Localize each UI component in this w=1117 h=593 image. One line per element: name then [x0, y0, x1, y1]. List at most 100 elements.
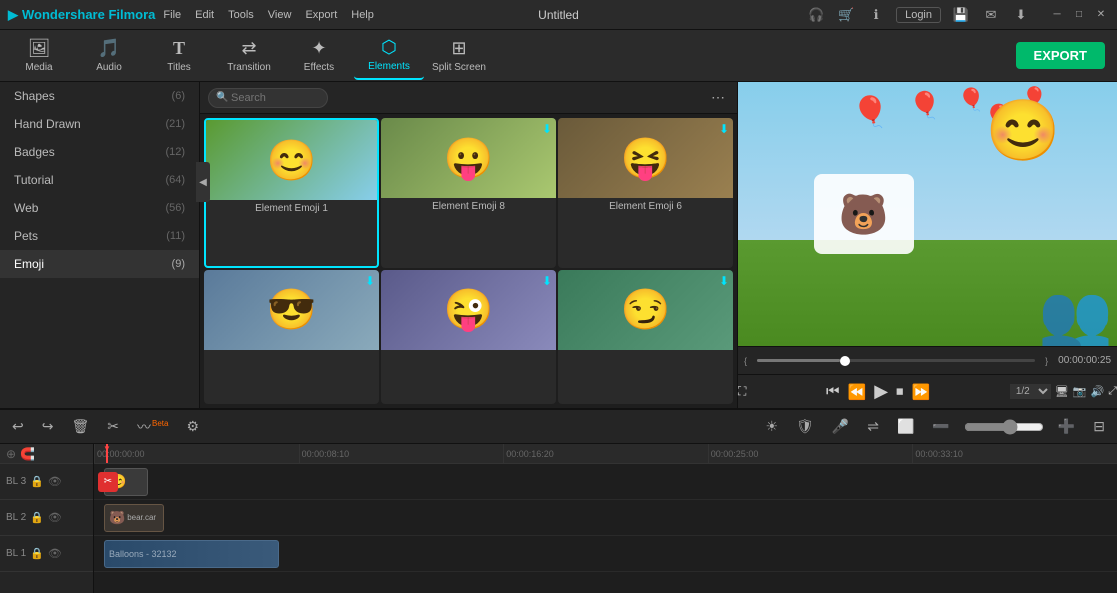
login-button[interactable]: Login: [896, 7, 941, 23]
menu-edit[interactable]: Edit: [195, 9, 214, 21]
tool-effects[interactable]: ✦ Effects: [284, 32, 354, 80]
close-button[interactable]: ✕: [1093, 7, 1109, 23]
message-icon[interactable]: ✉: [981, 5, 1001, 25]
tool-media[interactable]: 🖼 Media: [4, 32, 74, 80]
track3-eye[interactable]: 👁: [48, 475, 62, 488]
timeline-zoom-slider[interactable]: [964, 419, 1044, 435]
left-panel: Shapes (6) Hand Drawn (21) Badges (12) T…: [0, 82, 200, 408]
element-card-5[interactable]: 😏 ⬇: [558, 270, 733, 405]
category-emoji[interactable]: Emoji (9): [0, 250, 199, 278]
tool-transition[interactable]: ⇄ Transition: [214, 32, 284, 80]
shield-icon[interactable]: 🛡: [792, 416, 818, 437]
track1-clip[interactable]: Balloons - 32132: [104, 540, 279, 568]
track1-eye[interactable]: 👁: [48, 547, 62, 560]
preview-panel: 👥 🎈 🎈 🎈 🎈 🎈 🐻 😊 { } 00:00:00:25: [737, 82, 1117, 408]
magnet-icon[interactable]: 🧲: [20, 447, 35, 461]
element-card-0[interactable]: 😊 Element Emoji 1: [204, 118, 379, 268]
element-card-1[interactable]: 😛 ⬇ Element Emoji 8: [381, 118, 556, 268]
stretch-icon[interactable]: ⤢: [1108, 385, 1117, 398]
category-shapes[interactable]: Shapes (6): [0, 82, 199, 110]
grid-options-button[interactable]: ⋯: [707, 87, 729, 109]
export-button[interactable]: EXPORT: [1016, 42, 1105, 69]
element-card-3[interactable]: 😎 ⬇: [204, 270, 379, 405]
timeline-toolbar: ↩ ↪ 🗑 ✂ 〰 ⚙ ☀ 🛡 🎤 ⇌ ⬜ ➖ ➕ ⊟: [0, 410, 1117, 444]
category-handdrawn-count: (21): [165, 118, 185, 130]
track1: Balloons - 32132: [94, 536, 1117, 572]
window-title: Untitled: [538, 8, 579, 22]
download-icon-5: ⬇: [719, 274, 729, 288]
audio-adjust-button[interactable]: ⚙: [182, 416, 203, 437]
cut-button[interactable]: ✂: [103, 416, 123, 437]
sun-icon[interactable]: ☀: [761, 416, 782, 437]
screenshot-icon[interactable]: 📷: [1073, 385, 1087, 398]
category-handdrawn[interactable]: Hand Drawn (21): [0, 110, 199, 138]
minimize-button[interactable]: ─: [1049, 7, 1065, 23]
track3-lock[interactable]: 🔒: [30, 475, 44, 488]
track2-clip[interactable]: 🐻 bear.car: [104, 504, 164, 532]
track2-eye[interactable]: 👁: [48, 511, 62, 524]
menu-help[interactable]: Help: [351, 9, 374, 21]
step-back-button[interactable]: ⏮: [826, 383, 840, 400]
category-tutorial[interactable]: Tutorial (64): [0, 166, 199, 194]
menu-file[interactable]: File: [163, 9, 181, 21]
fullscreen-icon[interactable]: ⛶: [738, 384, 746, 399]
collapse-timeline-button[interactable]: ⊟: [1089, 416, 1109, 437]
element-card-2[interactable]: 😝 ⬇ Element Emoji 6: [558, 118, 733, 268]
track2-lock[interactable]: 🔒: [30, 511, 44, 524]
stop-button[interactable]: ⏹: [896, 383, 904, 400]
monitor-icon[interactable]: 🖥: [1055, 385, 1069, 398]
headset-icon[interactable]: 🎧: [806, 5, 826, 25]
tool-titles[interactable]: T Titles: [144, 32, 214, 80]
tool-elements[interactable]: ⬡ Elements: [354, 32, 424, 80]
volume-icon[interactable]: 🔊: [1090, 385, 1104, 398]
waveform-button[interactable]: 〰: [133, 415, 172, 439]
maximize-button[interactable]: □: [1071, 7, 1087, 23]
subtitle-icon[interactable]: ⬜: [893, 416, 918, 437]
tool-splitscreen[interactable]: ⊞ Split Screen: [424, 32, 494, 80]
zoom-out-button[interactable]: ➖: [928, 416, 953, 437]
preview-slider-bar: { } 00:00:00:25: [738, 346, 1117, 374]
zoom-select[interactable]: 1/21/4Full: [1010, 384, 1051, 399]
category-pets[interactable]: Pets (11): [0, 222, 199, 250]
collapse-panel-button[interactable]: ◀: [196, 162, 210, 202]
track3: 😊 ✂: [94, 464, 1117, 500]
element-card-4[interactable]: 😜 ⬇: [381, 270, 556, 405]
delete-button[interactable]: 🗑: [67, 416, 93, 437]
frame-back-button[interactable]: ⏪: [848, 383, 867, 401]
mic-icon[interactable]: 🎤: [828, 416, 853, 437]
menu-export[interactable]: Export: [305, 9, 337, 21]
cart-icon[interactable]: 🛒: [836, 5, 856, 25]
tool-audio[interactable]: 🎵 Audio: [74, 32, 144, 80]
zoom-in-button[interactable]: ➕: [1054, 416, 1079, 437]
play-button[interactable]: ▶: [874, 381, 888, 402]
category-pets-count: (11): [166, 230, 185, 242]
menu-tools[interactable]: Tools: [228, 9, 254, 21]
titlebar-right: 🎧 🛒 ℹ Login 💾 ✉ ⬇ ─ □ ✕: [806, 5, 1109, 25]
tool-elements-label: Elements: [368, 61, 410, 72]
category-badges[interactable]: Badges (12): [0, 138, 199, 166]
download-icon[interactable]: ⬇: [1011, 5, 1031, 25]
tool-audio-label: Audio: [96, 62, 122, 73]
track-headers: ⊕ 🧲 BL 3 🔒 👁 BL 2 🔒 👁 BL 1 🔒 👁: [0, 444, 94, 593]
category-web[interactable]: Web (56): [0, 194, 199, 222]
elements-icon: ⬡: [381, 37, 397, 58]
toolbar: 🖼 Media 🎵 Audio T Titles ⇄ Transition ✦ …: [0, 30, 1117, 82]
download-icon-4: ⬇: [542, 274, 552, 288]
redo-button[interactable]: ↪: [38, 416, 58, 437]
playback-center-controls: ⏮ ⏪ ▶ ⏹ ⏩: [826, 381, 930, 402]
swap-icon[interactable]: ⇌: [863, 416, 883, 437]
preview-slider[interactable]: [757, 359, 1035, 362]
logo-icon: ▶: [8, 7, 18, 23]
playhead[interactable]: [106, 444, 108, 463]
menu-view[interactable]: View: [268, 9, 292, 21]
track2: 🐻 bear.car: [94, 500, 1117, 536]
snap-icon[interactable]: ⊕: [6, 447, 16, 461]
info-icon[interactable]: ℹ: [866, 5, 886, 25]
category-tutorial-label: Tutorial: [14, 173, 54, 187]
frame-forward-button[interactable]: ⏩: [912, 383, 931, 401]
cut-at-playhead-button[interactable]: ✂: [98, 472, 118, 492]
category-tutorial-count: (64): [165, 174, 185, 186]
track1-lock[interactable]: 🔒: [30, 547, 44, 560]
undo-button[interactable]: ↩: [8, 416, 28, 437]
save-icon[interactable]: 💾: [951, 5, 971, 25]
